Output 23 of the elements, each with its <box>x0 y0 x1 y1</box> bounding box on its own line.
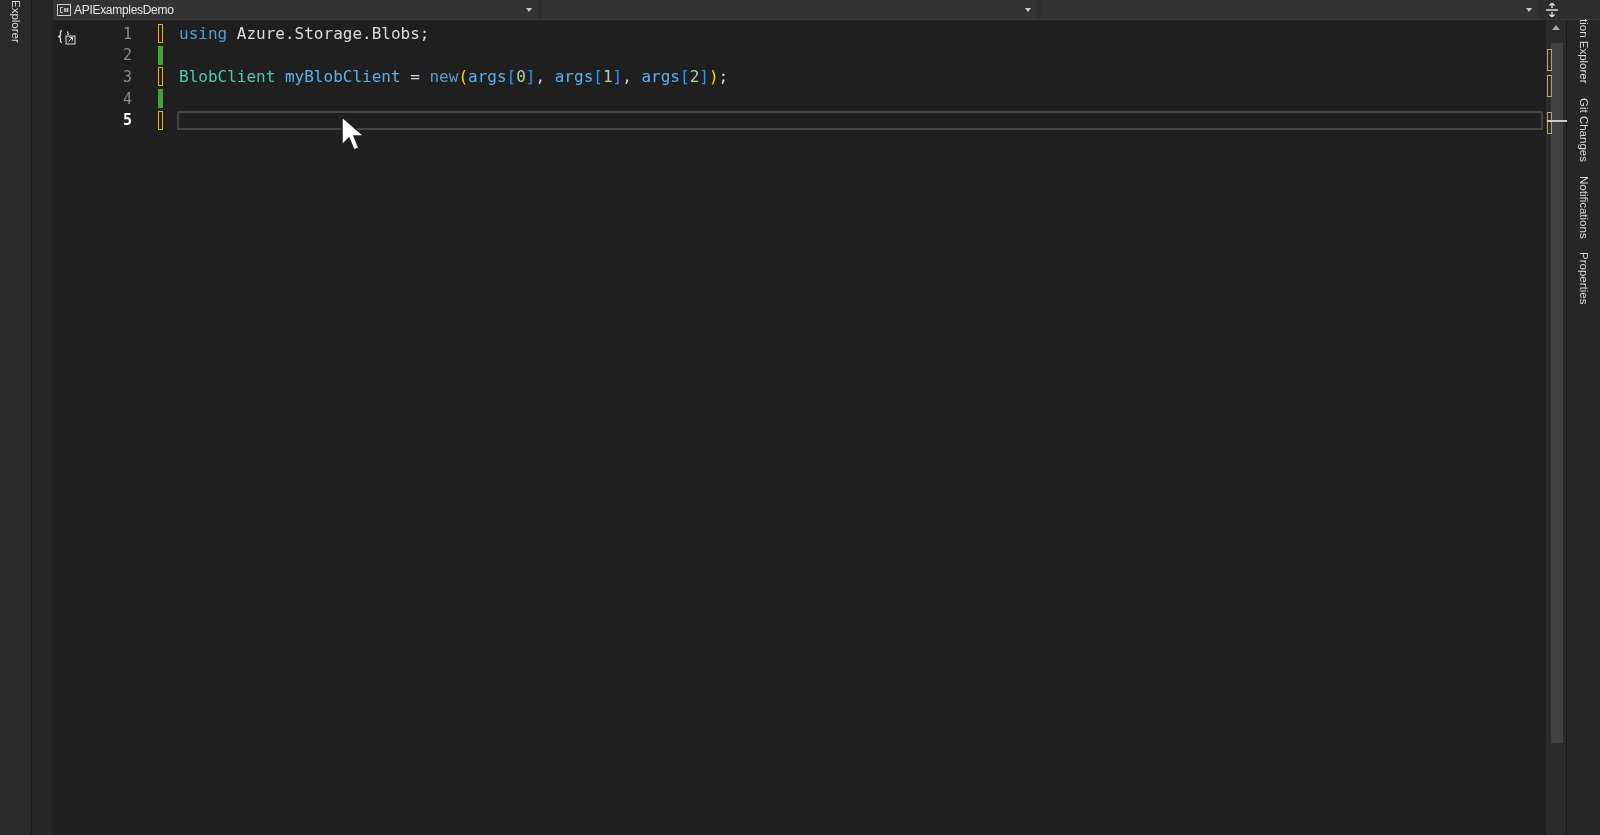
panel-tab[interactable]: Git Changes <box>1577 97 1590 162</box>
scrollbar[interactable] <box>1546 20 1566 835</box>
line-number: 3 <box>121 68 132 86</box>
braces-icon[interactable] <box>57 29 77 45</box>
mouse-pointer-icon <box>341 116 365 152</box>
code-line: BlobClient myBlobClient = new(args[0], args[1], args[2]); <box>179 67 729 87</box>
line-number: 2 <box>121 46 132 65</box>
panel-tab[interactable]: tion Explorer <box>1577 19 1590 84</box>
caret-icon <box>526 7 532 12</box>
project-dropdown[interactable]: APIExamplesDemo <box>53 0 538 19</box>
project-name: APIExamplesDemo <box>74 2 175 17</box>
line-number: 5 <box>121 111 132 130</box>
caret-icon <box>1025 7 1031 12</box>
panel-tab[interactable]: Explorer <box>9 0 22 43</box>
csharp-project-icon <box>57 3 71 16</box>
panel-tab[interactable]: Properties <box>1577 252 1590 305</box>
panel-tab[interactable]: Notifications <box>1577 175 1590 239</box>
split-icon[interactable] <box>1546 2 1558 17</box>
caret-icon <box>1526 7 1532 12</box>
code-line: using Azure.Storage.Blobs; <box>179 24 430 44</box>
line-number: 1 <box>121 24 132 43</box>
scroll-up-icon[interactable] <box>1552 25 1560 30</box>
line-number: 4 <box>121 89 132 108</box>
